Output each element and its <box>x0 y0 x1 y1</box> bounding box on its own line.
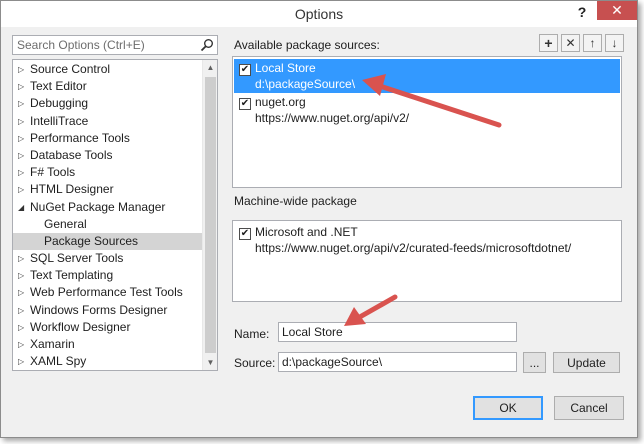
tree-item[interactable]: General <box>13 216 202 233</box>
tree-item-label: Debugging <box>30 96 89 111</box>
source-checkbox[interactable]: ✔ <box>239 228 251 240</box>
tree-item[interactable]: ▷ Performance Tools <box>13 130 202 147</box>
source-name: Microsoft and .NET <box>255 225 358 239</box>
tree-item[interactable]: ▷ Xamarin <box>13 336 202 353</box>
source-url: https://www.nuget.org/api/v2/curated-fee… <box>255 241 572 255</box>
tree-item[interactable]: ▷ Web Performance Test Tools <box>13 284 202 301</box>
tree-item-label: Xamarin <box>30 337 75 351</box>
collapsed-arrow-icon[interactable]: ▷ <box>18 95 28 112</box>
tree-item[interactable]: ▷ Database Tools <box>13 147 202 164</box>
tree-item-label: Performance Tools <box>30 130 130 145</box>
tree-item-label: HTML Designer <box>30 182 114 197</box>
available-sources-list: ✔ Local Store d:\packageSource\ ✔ nuget.… <box>232 56 622 188</box>
collapsed-arrow-icon[interactable]: ▷ <box>18 113 28 130</box>
tree-item-label: XAML Spy <box>30 354 87 369</box>
scroll-thumb[interactable] <box>205 77 216 353</box>
collapsed-arrow-icon[interactable]: ▷ <box>18 336 28 353</box>
collapsed-arrow-icon[interactable]: ▷ <box>18 284 28 301</box>
close-icon: ✕ <box>611 2 623 18</box>
search-box <box>12 35 218 55</box>
tree-item-label: F# Tools <box>30 165 76 180</box>
source-item-microsoft-dotnet[interactable]: ✔ Microsoft and .NET https://www.nuget.o… <box>234 223 620 257</box>
collapsed-arrow-icon[interactable]: ▷ <box>18 353 28 370</box>
source-name: nuget.org <box>255 95 306 109</box>
name-field[interactable] <box>278 322 517 342</box>
collapsed-arrow-icon[interactable]: ▷ <box>18 61 28 78</box>
arrow-down-icon: ↓ <box>611 36 618 50</box>
update-button[interactable]: Update <box>553 352 620 373</box>
source-url: https://www.nuget.org/api/v2/ <box>255 111 410 125</box>
remove-source-button[interactable]: ✕ <box>561 34 580 52</box>
tree-item[interactable]: ▷ Windows Forms Designer <box>13 302 202 319</box>
name-label: Name: <box>234 327 270 341</box>
ok-button[interactable]: OK <box>473 396 543 420</box>
tree-item[interactable]: ▷ Debugging <box>13 95 202 112</box>
help-button[interactable]: ? <box>571 2 593 22</box>
collapsed-arrow-icon[interactable]: ▷ <box>18 319 28 336</box>
machine-wide-label: Machine-wide package <box>234 194 357 208</box>
source-label: Source: <box>234 356 276 370</box>
tree-item[interactable]: Package Sources <box>13 232 202 251</box>
title-bar: Options ? ✕ <box>1 1 637 27</box>
available-sources-label: Available package sources: <box>234 38 380 52</box>
expanded-arrow-icon[interactable]: ◢ <box>18 199 28 216</box>
tree-item[interactable]: ▷ Source Control <box>13 61 202 78</box>
source-name: Local Store <box>255 61 316 75</box>
source-item-nuget-org[interactable]: ✔ nuget.org https://www.nuget.org/api/v2… <box>234 93 620 127</box>
move-down-button[interactable]: ↓ <box>605 34 624 52</box>
machine-wide-sources-list: ✔ Microsoft and .NET https://www.nuget.o… <box>232 220 622 302</box>
tree-scrollbar[interactable]: ▲ ▼ <box>202 60 217 370</box>
tree-item-label: SQL Server Tools <box>30 251 124 266</box>
browse-button[interactable]: ... <box>523 352 546 373</box>
tree-item[interactable]: ▷ HTML Designer <box>13 181 202 198</box>
source-url: d:\packageSource\ <box>255 77 356 91</box>
collapsed-arrow-icon[interactable]: ▷ <box>18 302 28 319</box>
options-tree: ▷ Source Control ▷ Text Editor ▷ Debugging ▷ In… <box>12 59 218 371</box>
move-up-button[interactable]: ↑ <box>583 34 602 52</box>
collapsed-arrow-icon[interactable]: ▷ <box>18 181 28 198</box>
close-button[interactable]: ✕ <box>597 1 637 20</box>
collapsed-arrow-icon[interactable]: ▷ <box>18 267 28 284</box>
collapsed-arrow-icon[interactable]: ▷ <box>18 147 28 164</box>
tree-item-label: Text Editor <box>30 79 87 94</box>
arrow-up-icon: ↑ <box>589 36 596 50</box>
tree-item-label: IntelliTrace <box>30 113 89 128</box>
collapsed-arrow-icon[interactable]: ▷ <box>18 130 28 147</box>
scroll-up-icon[interactable]: ▲ <box>203 60 217 75</box>
plus-icon: + <box>544 35 553 51</box>
dialog-title: Options <box>294 6 344 22</box>
tree-item-label: NuGet Package Manager <box>30 199 166 214</box>
source-item-local-store[interactable]: ✔ Local Store d:\packageSource\ <box>234 59 620 93</box>
tree-item[interactable]: ▷ SQL Server Tools <box>13 250 202 267</box>
scroll-down-icon[interactable]: ▼ <box>203 355 217 370</box>
tree-item[interactable]: ▷ IntelliTrace <box>13 113 202 130</box>
tree-item-label: Package Sources <box>44 233 139 248</box>
tree-item-label: Source Control <box>30 62 111 76</box>
tree-item[interactable]: ▷ Text Templating <box>13 267 202 284</box>
cancel-button[interactable]: Cancel <box>554 396 624 420</box>
tree-item[interactable]: ◢ NuGet Package Manager <box>13 199 202 216</box>
source-checkbox[interactable]: ✔ <box>239 98 251 110</box>
tree-item-label: Windows Forms Designer <box>30 302 168 317</box>
search-icon[interactable] <box>200 38 214 52</box>
x-icon: ✕ <box>565 36 576 50</box>
tree-item[interactable]: ▷ Text Editor <box>13 78 202 95</box>
collapsed-arrow-icon[interactable]: ▷ <box>18 250 28 267</box>
tree-item[interactable]: ▷ Workflow Designer <box>13 319 202 336</box>
tree-item-label: Web Performance Test Tools <box>30 285 183 300</box>
tree-item[interactable]: ▷ XAML Spy <box>13 353 202 370</box>
collapsed-arrow-icon[interactable]: ▷ <box>18 78 28 95</box>
tree-item-label: Database Tools <box>30 147 113 162</box>
tree-item[interactable]: ▷ F# Tools <box>13 164 202 181</box>
tree-item-label: General <box>44 216 87 231</box>
search-input[interactable] <box>13 36 193 54</box>
tree-list: ▷ Source Control ▷ Text Editor ▷ Debugging ▷ In… <box>13 61 202 370</box>
add-source-button[interactable]: + <box>539 34 558 52</box>
collapsed-arrow-icon[interactable]: ▷ <box>18 164 28 181</box>
tree-item-label: Workflow Designer <box>30 319 131 334</box>
source-field[interactable] <box>278 352 517 372</box>
source-checkbox[interactable]: ✔ <box>239 64 251 76</box>
options-dialog: Options ? ✕ ▷Source Control▷Text Editor▷… <box>0 0 638 438</box>
tree-item-label: Text Templating <box>30 268 114 283</box>
